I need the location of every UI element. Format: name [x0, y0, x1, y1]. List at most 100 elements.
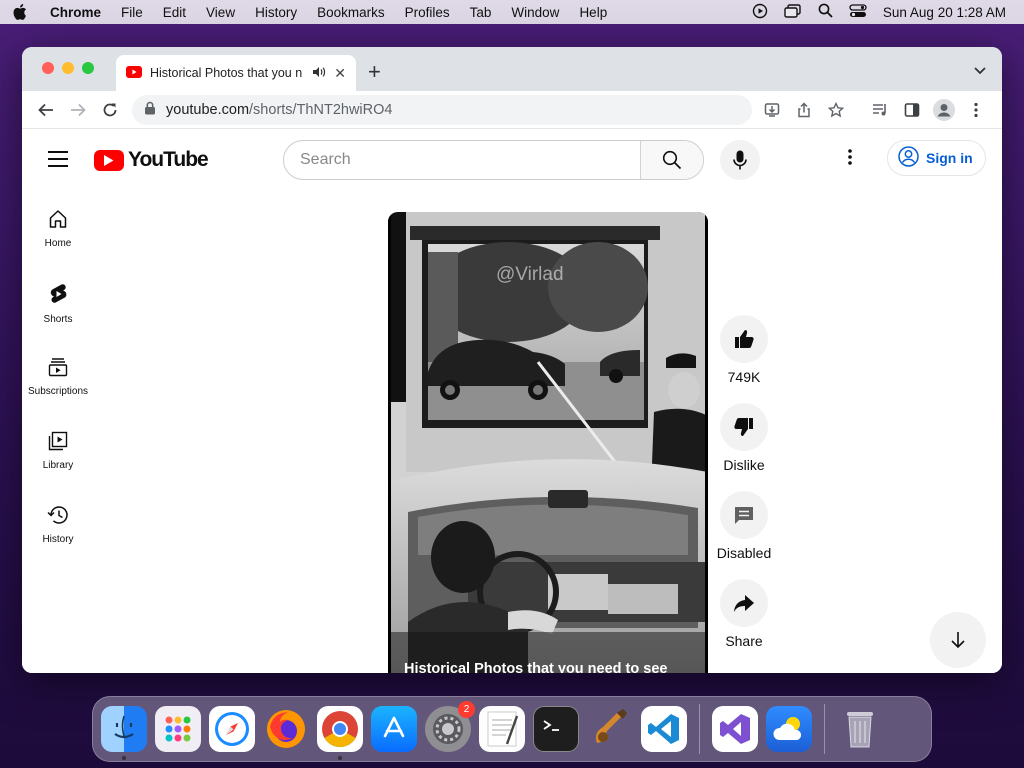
dock-separator: [699, 704, 700, 754]
menu-bookmarks[interactable]: Bookmarks: [307, 5, 395, 20]
menu-history[interactable]: History: [245, 5, 307, 20]
nav-label-library: Library: [42, 460, 74, 471]
close-window-button[interactable]: [42, 62, 54, 74]
nav-item-history[interactable]: History: [22, 497, 94, 571]
bookmark-star-icon[interactable]: [820, 94, 852, 126]
search-button[interactable]: [640, 141, 703, 179]
menu-window[interactable]: Window: [501, 5, 569, 20]
youtube-favicon-icon: [126, 65, 142, 81]
search-box: Search: [283, 140, 704, 180]
media-controls-icon[interactable]: [864, 94, 896, 126]
settings-more-icon[interactable]: [848, 149, 852, 170]
screen-mirroring-icon[interactable]: [784, 3, 802, 21]
menu-file[interactable]: File: [111, 5, 153, 20]
arrow-down-icon: [951, 632, 965, 649]
dislike-action: Dislike: [712, 403, 776, 473]
dislike-button[interactable]: [720, 403, 768, 451]
voice-search-button[interactable]: [720, 140, 760, 180]
shorts-video-player[interactable]: @Virlad Historical Photos that you need …: [388, 212, 708, 673]
guide-menu-icon[interactable]: [48, 151, 68, 172]
dock-separator-trash: [824, 704, 825, 754]
share-button[interactable]: [720, 579, 768, 627]
finder-icon[interactable]: [101, 706, 147, 760]
sign-in-button[interactable]: Sign in: [887, 140, 986, 176]
visual-studio-icon[interactable]: [712, 706, 758, 752]
new-tab-button[interactable]: +: [368, 59, 381, 85]
menu-view[interactable]: View: [196, 5, 245, 20]
like-button[interactable]: [720, 315, 768, 363]
url-path: /shorts/ThNT2hwiRO4: [249, 101, 393, 118]
chrome-menu-icon[interactable]: [960, 94, 992, 126]
thumbs-down-icon: [734, 418, 753, 436]
comments-button[interactable]: [720, 491, 768, 539]
terminal-icon[interactable]: [533, 706, 579, 752]
chrome-icon[interactable]: [317, 706, 363, 760]
nav-label-history: History: [42, 534, 74, 545]
menu-app-name[interactable]: Chrome: [40, 5, 111, 20]
menu-clock[interactable]: Sun Aug 20 1:28 AM: [883, 5, 1006, 20]
trash-icon[interactable]: [837, 706, 883, 752]
share-page-icon[interactable]: [788, 94, 820, 126]
address-bar[interactable]: youtube.com/shorts/ThNT2hwiRO4: [132, 94, 752, 125]
settings-notification-badge: 2: [458, 701, 475, 718]
nav-item-home[interactable]: Home: [22, 201, 94, 275]
app-store-icon[interactable]: [371, 706, 417, 752]
nav-label-subscriptions: Subscriptions: [27, 386, 89, 397]
finder-running-indicator: [122, 756, 126, 760]
tab-strip: Historical Photos that you n ✕ +: [22, 47, 1002, 91]
install-app-icon[interactable]: [756, 94, 788, 126]
reload-button[interactable]: [94, 94, 126, 126]
browser-toolbar: youtube.com/shorts/ThNT2hwiRO4: [22, 91, 1002, 129]
system-settings-icon[interactable]: 2: [425, 701, 475, 752]
firefox-icon[interactable]: [263, 706, 309, 752]
nav-label-home: Home: [44, 238, 72, 249]
launchpad-icon[interactable]: [155, 706, 201, 752]
minimize-window-button[interactable]: [62, 62, 74, 74]
back-button[interactable]: [30, 94, 62, 126]
browser-window: Historical Photos that you n ✕ + youtube…: [22, 47, 1002, 673]
media-play-icon[interactable]: [752, 3, 768, 22]
left-guide: Home Shorts Subscriptions Library Histor…: [22, 201, 94, 571]
menu-edit[interactable]: Edit: [153, 5, 196, 20]
nav-item-subscriptions[interactable]: Subscriptions: [22, 349, 94, 423]
control-center-icon[interactable]: [849, 3, 867, 21]
next-video-button[interactable]: [930, 612, 986, 668]
window-controls: [42, 62, 94, 74]
url-text: youtube.com/shorts/ThNT2hwiRO4: [166, 102, 392, 118]
nav-item-library[interactable]: Library: [22, 423, 94, 497]
apple-menu-icon[interactable]: [0, 4, 40, 20]
menu-help[interactable]: Help: [569, 5, 617, 20]
safari-icon[interactable]: [209, 706, 255, 752]
profile-avatar-icon[interactable]: [928, 94, 960, 126]
nav-item-shorts[interactable]: Shorts: [22, 275, 94, 349]
menu-profiles[interactable]: Profiles: [395, 5, 460, 20]
zoom-window-button[interactable]: [82, 62, 94, 74]
forward-button[interactable]: [62, 94, 94, 126]
youtube-header: YouTube Search Sign in: [22, 129, 1002, 189]
shorts-icon: [48, 283, 68, 308]
weather-icon[interactable]: [766, 706, 812, 752]
tab-audio-playing-icon[interactable]: [312, 66, 326, 81]
site-info-icon[interactable]: [144, 101, 156, 119]
tab-search-chevron-down-icon[interactable]: [974, 62, 986, 80]
dislike-label: Dislike: [723, 457, 765, 473]
subscriptions-icon: [48, 357, 68, 380]
chrome-running-indicator: [338, 756, 342, 760]
youtube-logo[interactable]: YouTube: [94, 148, 209, 172]
side-panel-icon[interactable]: [896, 94, 928, 126]
url-host: youtube.com: [166, 101, 250, 118]
video-caption: Historical Photos that you need to see: [404, 661, 668, 673]
menu-bar: Chrome File Edit View History Bookmarks …: [0, 0, 1024, 24]
menu-tab[interactable]: Tab: [460, 5, 502, 20]
search-input[interactable]: Search: [284, 141, 640, 179]
tab-title: Historical Photos that you n: [150, 66, 303, 80]
library-icon: [48, 431, 68, 454]
textedit-icon[interactable]: [479, 706, 525, 752]
instruments-icon[interactable]: [587, 706, 633, 752]
share-arrow-icon: [734, 595, 754, 612]
history-icon: [47, 505, 69, 528]
tab-youtube-shorts[interactable]: Historical Photos that you n ✕: [116, 55, 356, 91]
spotlight-search-icon[interactable]: [818, 3, 833, 21]
visual-studio-code-icon[interactable]: [641, 706, 687, 752]
tab-close-icon[interactable]: ✕: [334, 65, 346, 82]
